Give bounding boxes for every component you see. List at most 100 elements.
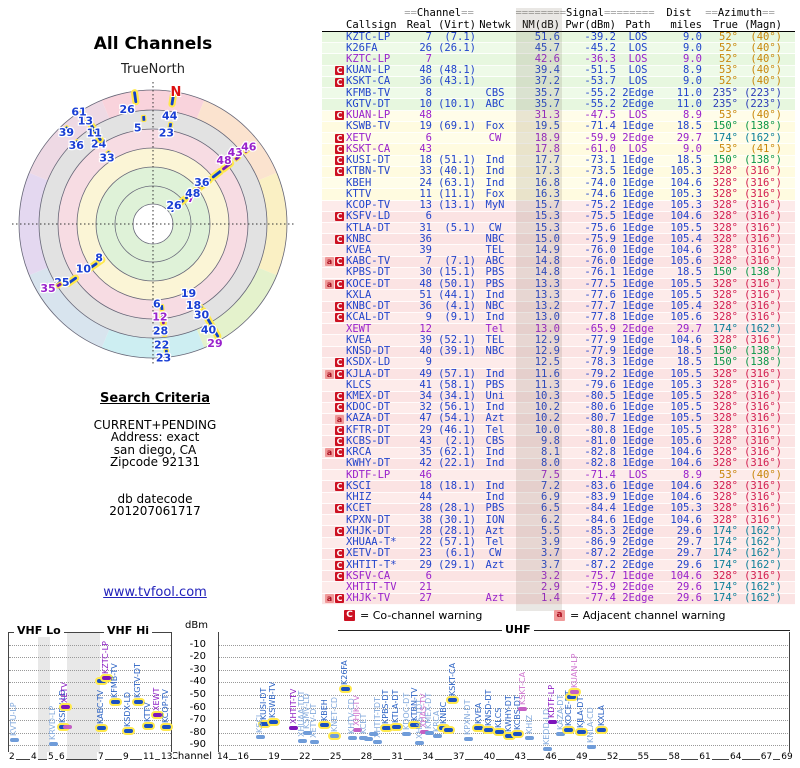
power-dbm: -82.8 (584, 457, 616, 470)
vhf-hi-label: VHF Hi (104, 624, 153, 637)
vhf-channel-tick: 5 (47, 752, 55, 762)
channel-axis-label: Channel (170, 751, 212, 762)
col-true: True (712, 18, 738, 31)
distance-miles: 104.6 (670, 210, 702, 223)
station-bar (48, 741, 58, 746)
virtual-channel: (29.1) (438, 558, 476, 571)
power-dbm: -75.5 (584, 210, 616, 223)
co-channel-warning-icon: C (335, 571, 344, 581)
network: Ind (485, 165, 505, 178)
station-bar (542, 747, 552, 752)
station-label: KNBC (438, 701, 448, 724)
real-channel: 36 (419, 75, 432, 88)
network: PBS (485, 502, 505, 515)
station-label: KFMB-TV (110, 662, 119, 698)
callsign: KCAL-DT (346, 311, 391, 324)
dbm-tick: -20 (189, 651, 206, 663)
virtual-channel: (9.1) (444, 311, 476, 324)
path: 1Edge (622, 412, 654, 425)
virtual-channel: (69.1) (438, 120, 476, 133)
station-label: KBEH (319, 699, 329, 722)
station-bar (161, 724, 171, 729)
station-label: KSDX-LD (123, 691, 132, 727)
station-bar (597, 727, 607, 732)
vhf-lo-label: VHF Lo (14, 624, 64, 637)
power-dbm: -84.4 (584, 502, 616, 515)
search-criteria-heading: Search Criteria (100, 391, 210, 406)
nm-db: 13.0 (534, 311, 560, 324)
station-label: KWHY-DT (504, 695, 514, 733)
dist-group-header: Dist (666, 7, 692, 20)
vhf-channel-tick: 7 (97, 752, 105, 762)
azimuth-magnetic: (316°) (744, 457, 782, 470)
azimuth-true: 328° (712, 311, 738, 324)
polar-channel-label: 6 (153, 298, 161, 311)
col-real: Real (406, 18, 432, 31)
station-bar (347, 736, 357, 741)
power-dbm: -78.3 (584, 356, 616, 369)
criteria-line: Address: exact (110, 430, 200, 445)
dbm-tick: -10 (189, 638, 206, 650)
nm-db: 15.3 (534, 210, 560, 223)
uhf-channel-tick: 61 (698, 752, 712, 762)
tvfool-link[interactable]: www.tvfool.com (103, 585, 207, 600)
nm-db: 37.2 (534, 75, 560, 88)
network: CW (488, 131, 502, 144)
distance-miles: 18.5 (676, 120, 702, 133)
station-label: KNET-CD (329, 696, 339, 732)
network: Azt (485, 412, 505, 425)
network: Ind (485, 457, 505, 470)
callsign: KSWB-TV (346, 120, 391, 133)
co-channel-warning-icon: C (335, 144, 344, 154)
network: NBC (485, 345, 505, 358)
dbm-tick: -80 (189, 726, 206, 738)
station-bar (474, 725, 483, 730)
station-bar (518, 706, 528, 711)
real-channel: 33 (419, 165, 432, 178)
polar-channel-label: 33 (99, 152, 114, 165)
nm-db: 12.5 (534, 356, 560, 369)
nm-db: 6.5 (541, 502, 560, 515)
power-dbm: -77.8 (584, 311, 616, 324)
station-bar (381, 725, 391, 730)
path: 1Edge (622, 502, 654, 515)
col-virt: (Virt) (438, 18, 476, 31)
dbm-tick: -70 (189, 714, 206, 726)
callsign: KTBN-TV (346, 165, 391, 178)
station-bar (62, 725, 72, 730)
uhf-channel-tick: 16 (236, 752, 250, 762)
virtual-channel: (43.1) (438, 75, 476, 88)
station-bar (432, 734, 442, 739)
station-label: KJLA-DT (576, 696, 586, 728)
col-path: Path (625, 18, 651, 31)
co-channel-warning-icon: C (335, 313, 344, 323)
path: LOS (628, 75, 648, 88)
dbm-tick: -60 (189, 701, 206, 713)
distance-miles: 104.6 (670, 457, 702, 470)
azimuth-true: 150° (712, 356, 738, 369)
path: 2Edge (622, 547, 654, 560)
azimuth-true: 150° (712, 266, 738, 279)
polar-channel-label: 29 (207, 337, 222, 350)
distance-miles: 18.5 (676, 356, 702, 369)
station-label: KNSD-DT (483, 689, 493, 727)
polar-channel-label: 44 (162, 110, 178, 123)
distance-miles: 105.5 (670, 412, 702, 425)
co-channel-warning-icon: C (335, 133, 344, 143)
callsign: KSFV-LD (346, 210, 391, 223)
signal-strength-chart: VHF Lo VHF Hi UHF dBm -10 -20 -30 -40 -50 -60 -70-… (0, 600, 800, 768)
azimuth-true: 52° (719, 75, 738, 88)
uhf-label: UHF (502, 623, 534, 636)
criteria-line: Zipcode 92131 (109, 455, 201, 470)
col-netwk: Netwk (479, 18, 511, 31)
nm-db: 3.7 (541, 547, 560, 560)
co-channel-warning-icon: C (335, 302, 344, 312)
station-label: KXLA (596, 704, 606, 726)
power-dbm: -73.5 (584, 165, 616, 178)
co-channel-warning-icon: C (335, 358, 344, 368)
co-channel-warning-icon: C (335, 111, 344, 121)
table-group-header: ==Channel== ========Signal======== Dist … (322, 7, 795, 20)
real-channel: 42 (419, 457, 432, 470)
station-label: KRVD-LP (48, 705, 57, 740)
polar-channel-label: 11 (87, 127, 102, 140)
